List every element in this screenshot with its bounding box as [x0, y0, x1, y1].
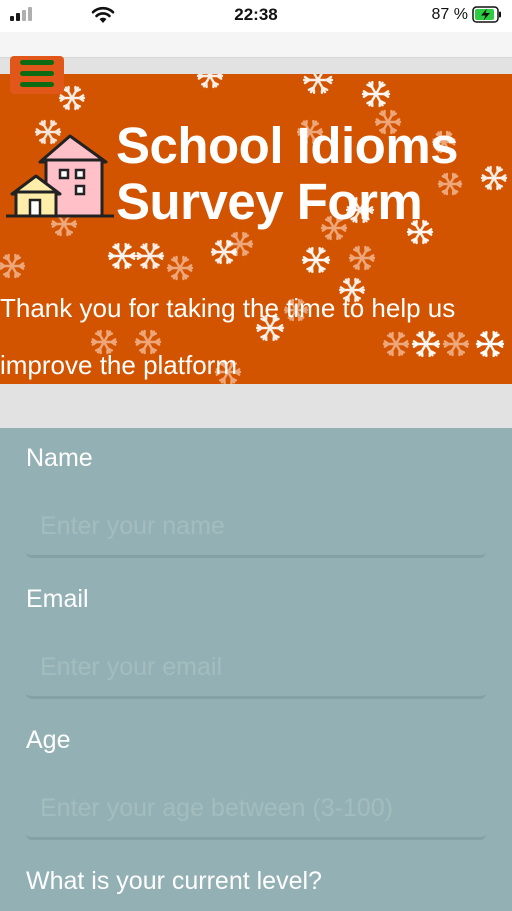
- section-spacer: [0, 384, 512, 428]
- page-title: School Idioms Survey Form: [116, 117, 459, 230]
- survey-form: Name Email Age What is your current leve…: [0, 428, 512, 911]
- battery-percentage: 87 %: [431, 6, 468, 23]
- status-bar: 22:38 87 %: [0, 0, 512, 32]
- email-label: Email: [26, 585, 89, 613]
- age-input[interactable]: [26, 780, 486, 837]
- page-description: Thank you for taking the time to help us…: [0, 293, 456, 380]
- name-input[interactable]: [26, 498, 486, 555]
- email-field-wrapper: [26, 639, 486, 699]
- level-label: What is your current level?: [26, 867, 322, 895]
- hamburger-menu-icon[interactable]: [10, 56, 64, 94]
- header-banner: School Idioms Survey Form Thank you for …: [0, 74, 512, 384]
- page-title-line-1: School Idioms: [116, 117, 459, 174]
- top-navigation-band: [0, 32, 512, 58]
- email-input[interactable]: [26, 639, 486, 696]
- battery-charging-icon: [472, 6, 501, 23]
- page-title-line-2: Survey Form: [116, 173, 423, 230]
- house-icon: [6, 134, 114, 218]
- name-field-wrapper: [26, 498, 486, 558]
- age-label: Age: [26, 726, 71, 754]
- age-field-wrapper: [26, 780, 486, 840]
- name-label: Name: [26, 444, 93, 472]
